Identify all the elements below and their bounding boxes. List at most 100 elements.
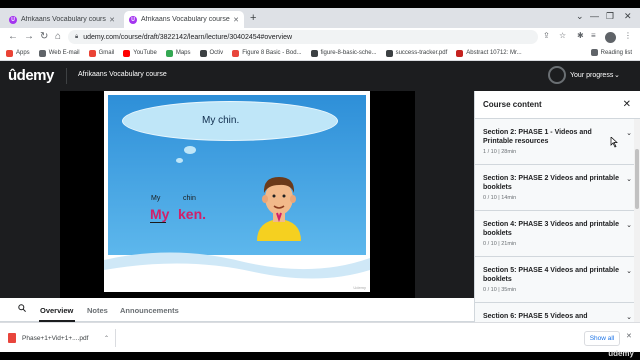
downloads-shelf: Phase+1+Vid+1+....pdf ⌃ Show all ✕ (0, 322, 640, 352)
bookmark-success-tracker[interactable]: success-tracker.pdf (385, 49, 448, 57)
bookmark-figure8-body[interactable]: Figure 8 Basic - Bod... (232, 49, 302, 57)
gmail-icon (88, 49, 96, 57)
bookmark-label: Octiv (209, 50, 224, 56)
minimize-button[interactable]: — (590, 11, 599, 21)
bookmark-abstract[interactable]: Abstract 10712: Mr... (456, 49, 522, 57)
video-player[interactable]: My chin. My chin My ken. Udemy (60, 91, 415, 298)
tab-search-icon[interactable]: ⌄ (576, 11, 584, 22)
bookmark-label: YouTube (133, 50, 157, 56)
chevron-down-icon[interactable]: ⌄ (614, 71, 620, 79)
progress-ring-icon[interactable] (548, 66, 566, 84)
site-icon (232, 49, 240, 57)
mouse-pointer-icon (610, 137, 618, 148)
bookmark-star-icon[interactable]: ☆ (559, 31, 566, 40)
close-icon[interactable]: ✕ (623, 99, 631, 110)
bookmark-figure8-schedule[interactable]: figure-8-basic-sche... (310, 49, 377, 57)
section-meta: 1 / 10 | 28min (483, 149, 517, 155)
back-arrow-icon[interactable]: ← (8, 30, 18, 44)
scrollbar-thumb[interactable] (635, 149, 639, 209)
site-icon (456, 49, 464, 57)
chevron-down-icon[interactable]: ⌄ (626, 267, 632, 275)
bookmark-web-email[interactable]: Web E-mail (38, 49, 80, 57)
bookmarks-bar: Apps Web E-mail Gmail YouTube Maps Octiv… (0, 46, 640, 61)
close-tab-icon[interactable]: ✕ (109, 16, 115, 24)
lecture-tabs: Overview Notes Announcements (0, 298, 474, 322)
maps-icon (165, 49, 173, 57)
section-meta: 0 / 10 | 14min (483, 195, 517, 201)
bookmark-octiv[interactable]: Octiv (199, 49, 224, 57)
new-tab-button[interactable]: + (250, 12, 256, 24)
tab-announcements[interactable]: Announcements (120, 306, 179, 315)
share-icon[interactable]: ⇪ (543, 31, 550, 40)
your-progress-button[interactable]: Your progress (570, 72, 613, 79)
bookmark-maps[interactable]: Maps (165, 49, 191, 57)
home-icon[interactable]: ⌂ (55, 30, 61, 44)
afrikaans-word: ken. (178, 206, 207, 222)
bookmark-gmail[interactable]: Gmail (88, 49, 115, 57)
cartoon-boy-illustration (257, 177, 301, 241)
tab-title: Afrikaans Vocabulary course | Ud (21, 16, 106, 23)
chevron-down-icon[interactable]: ⌄ (626, 129, 632, 137)
tab-notes[interactable]: Notes (87, 306, 108, 315)
english-word: My (151, 195, 161, 202)
section-item[interactable]: Section 5: PHASE 4 Videos and printable … (475, 257, 640, 303)
apps-grid-icon (6, 49, 13, 57)
download-item[interactable]: Phase+1+Vid+1+....pdf ⌃ (8, 329, 116, 347)
chevron-down-icon[interactable]: ⌄ (626, 221, 632, 229)
tab-strip: U Afrikaans Vocabulary course | Ud ✕ U A… (0, 8, 640, 28)
extensions-puzzle-icon[interactable]: ✱ (577, 31, 584, 40)
reading-list-button[interactable]: Reading list (590, 49, 632, 56)
section-meta: 0 / 10 | 35min (483, 287, 517, 293)
section-item[interactable]: Section 4: PHASE 3 Videos and printable … (475, 211, 640, 257)
slide-watermark: Udemy (353, 285, 366, 290)
video-stage[interactable]: My chin. My chin My ken. Udemy (0, 91, 474, 298)
reading-list-icon (590, 49, 598, 56)
close-tab-icon[interactable]: ✕ (233, 16, 239, 24)
restore-button[interactable]: ❐ (606, 11, 614, 22)
udemy-logo[interactable]: ûdemy (8, 67, 54, 84)
thought-bubble (176, 158, 183, 163)
bookmark-label: success-tracker.pdf (395, 50, 448, 56)
bookmark-label: Web E-mail (48, 50, 80, 56)
screen-frame: U Afrikaans Vocabulary course | Ud ✕ U A… (0, 0, 640, 360)
chevron-up-icon[interactable]: ⌃ (104, 335, 109, 342)
browser-window: U Afrikaans Vocabulary course | Ud ✕ U A… (0, 8, 640, 352)
site-icon (385, 49, 393, 57)
forward-arrow-icon[interactable]: → (24, 30, 34, 44)
bookmark-apps[interactable]: Apps (6, 49, 30, 57)
search-icon[interactable] (18, 304, 26, 312)
bookmark-label: Gmail (98, 50, 115, 56)
reading-list-label: Reading list (600, 49, 632, 56)
browser-menu-icon[interactable]: ⋮ (624, 31, 632, 40)
udemy-favicon-icon: U (9, 15, 17, 24)
chevron-down-icon[interactable]: ⌄ (626, 175, 632, 183)
close-window-button[interactable]: ✕ (624, 11, 632, 22)
close-shelf-icon[interactable]: ✕ (626, 332, 632, 340)
globe-icon (38, 49, 46, 57)
afrikaans-word: My (150, 206, 170, 222)
profile-avatar-icon[interactable] (605, 32, 616, 43)
chevron-down-icon[interactable]: ⌄ (626, 313, 632, 321)
english-word: chin (183, 195, 196, 202)
site-icon (310, 49, 318, 57)
bookmark-youtube[interactable]: YouTube (123, 49, 157, 57)
course-title[interactable]: Afrikaans Vocabulary course (78, 71, 167, 78)
bookmark-label: Abstract 10712: Mr... (466, 50, 522, 56)
browser-tab-1[interactable]: U Afrikaans Vocabulary course | Ud ✕ (4, 11, 120, 28)
youtube-icon (123, 49, 131, 57)
reload-icon[interactable]: ↻ (40, 30, 48, 44)
sidebar-title: Course content (483, 100, 542, 109)
header-divider (66, 68, 67, 84)
tab-title: Afrikaans Vocabulary course | Ud (141, 16, 230, 23)
section-item[interactable]: Section 3: PHASE 2 Videos and printable … (475, 165, 640, 211)
tab-overview[interactable]: Overview (40, 306, 73, 315)
browser-tab-2-active[interactable]: U Afrikaans Vocabulary course | Ud ✕ (124, 11, 244, 28)
address-bar[interactable]: 🔒︎ udemy.com/course/draft/3822142/learn/… (68, 30, 538, 44)
browser-toolbar: ← → ↻ ⌂ 🔒︎ udemy.com/course/draft/382214… (0, 28, 640, 46)
section-title: Section 6: PHASE 5 Videos and (483, 313, 588, 320)
sidebar-scrollbar[interactable] (634, 119, 640, 334)
show-all-button[interactable]: Show all (584, 331, 620, 346)
bookmark-label: figure-8-basic-sche... (320, 50, 377, 56)
media-icon[interactable]: ≡ (591, 31, 596, 40)
url-text: udemy.com/course/draft/3822142/learn/lec… (83, 33, 293, 41)
